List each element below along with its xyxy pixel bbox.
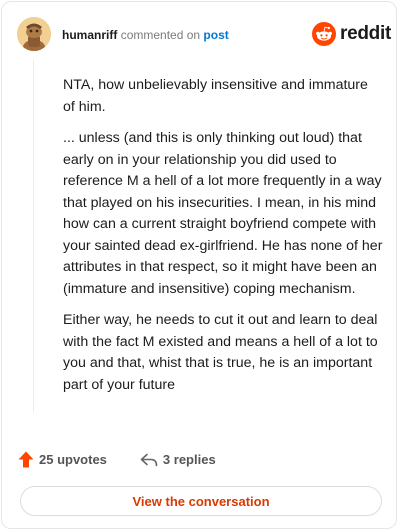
comment-paragraph: NTA, how unbelievably insensitive and im… bbox=[63, 77, 368, 115]
comment-actions: 25 upvotes 3 replies bbox=[18, 451, 216, 468]
commented-label: commented on bbox=[120, 28, 201, 42]
comment-body: NTA, how unbelievably insensitive and im… bbox=[63, 75, 383, 406]
replies-button[interactable]: 3 replies bbox=[140, 452, 216, 467]
user-avatar[interactable] bbox=[17, 17, 51, 51]
upvote-button[interactable]: 25 upvotes bbox=[18, 451, 107, 468]
view-conversation-button[interactable]: View the conversation bbox=[20, 486, 382, 516]
username-link[interactable]: humanriff bbox=[62, 28, 117, 42]
upvote-arrow-icon bbox=[18, 451, 34, 468]
reddit-snoo-icon bbox=[312, 22, 336, 46]
post-link[interactable]: post bbox=[203, 28, 228, 42]
reddit-logo[interactable]: reddit bbox=[312, 22, 391, 46]
comment-header: humanriff commented on post bbox=[62, 28, 229, 42]
reply-arrow-icon bbox=[140, 453, 158, 466]
thread-line[interactable] bbox=[33, 60, 34, 412]
upvote-count: 25 upvotes bbox=[39, 452, 107, 467]
reddit-wordmark: reddit bbox=[340, 23, 391, 44]
comment-card: humanriff commented on post reddit NTA, … bbox=[1, 1, 397, 529]
avatar-icon bbox=[17, 17, 51, 51]
comment-paragraph: Either way, he needs to cut it out and l… bbox=[63, 312, 378, 393]
comment-paragraph: ... unless (and this is only thinking ou… bbox=[63, 130, 383, 297]
reply-count: 3 replies bbox=[162, 452, 216, 467]
